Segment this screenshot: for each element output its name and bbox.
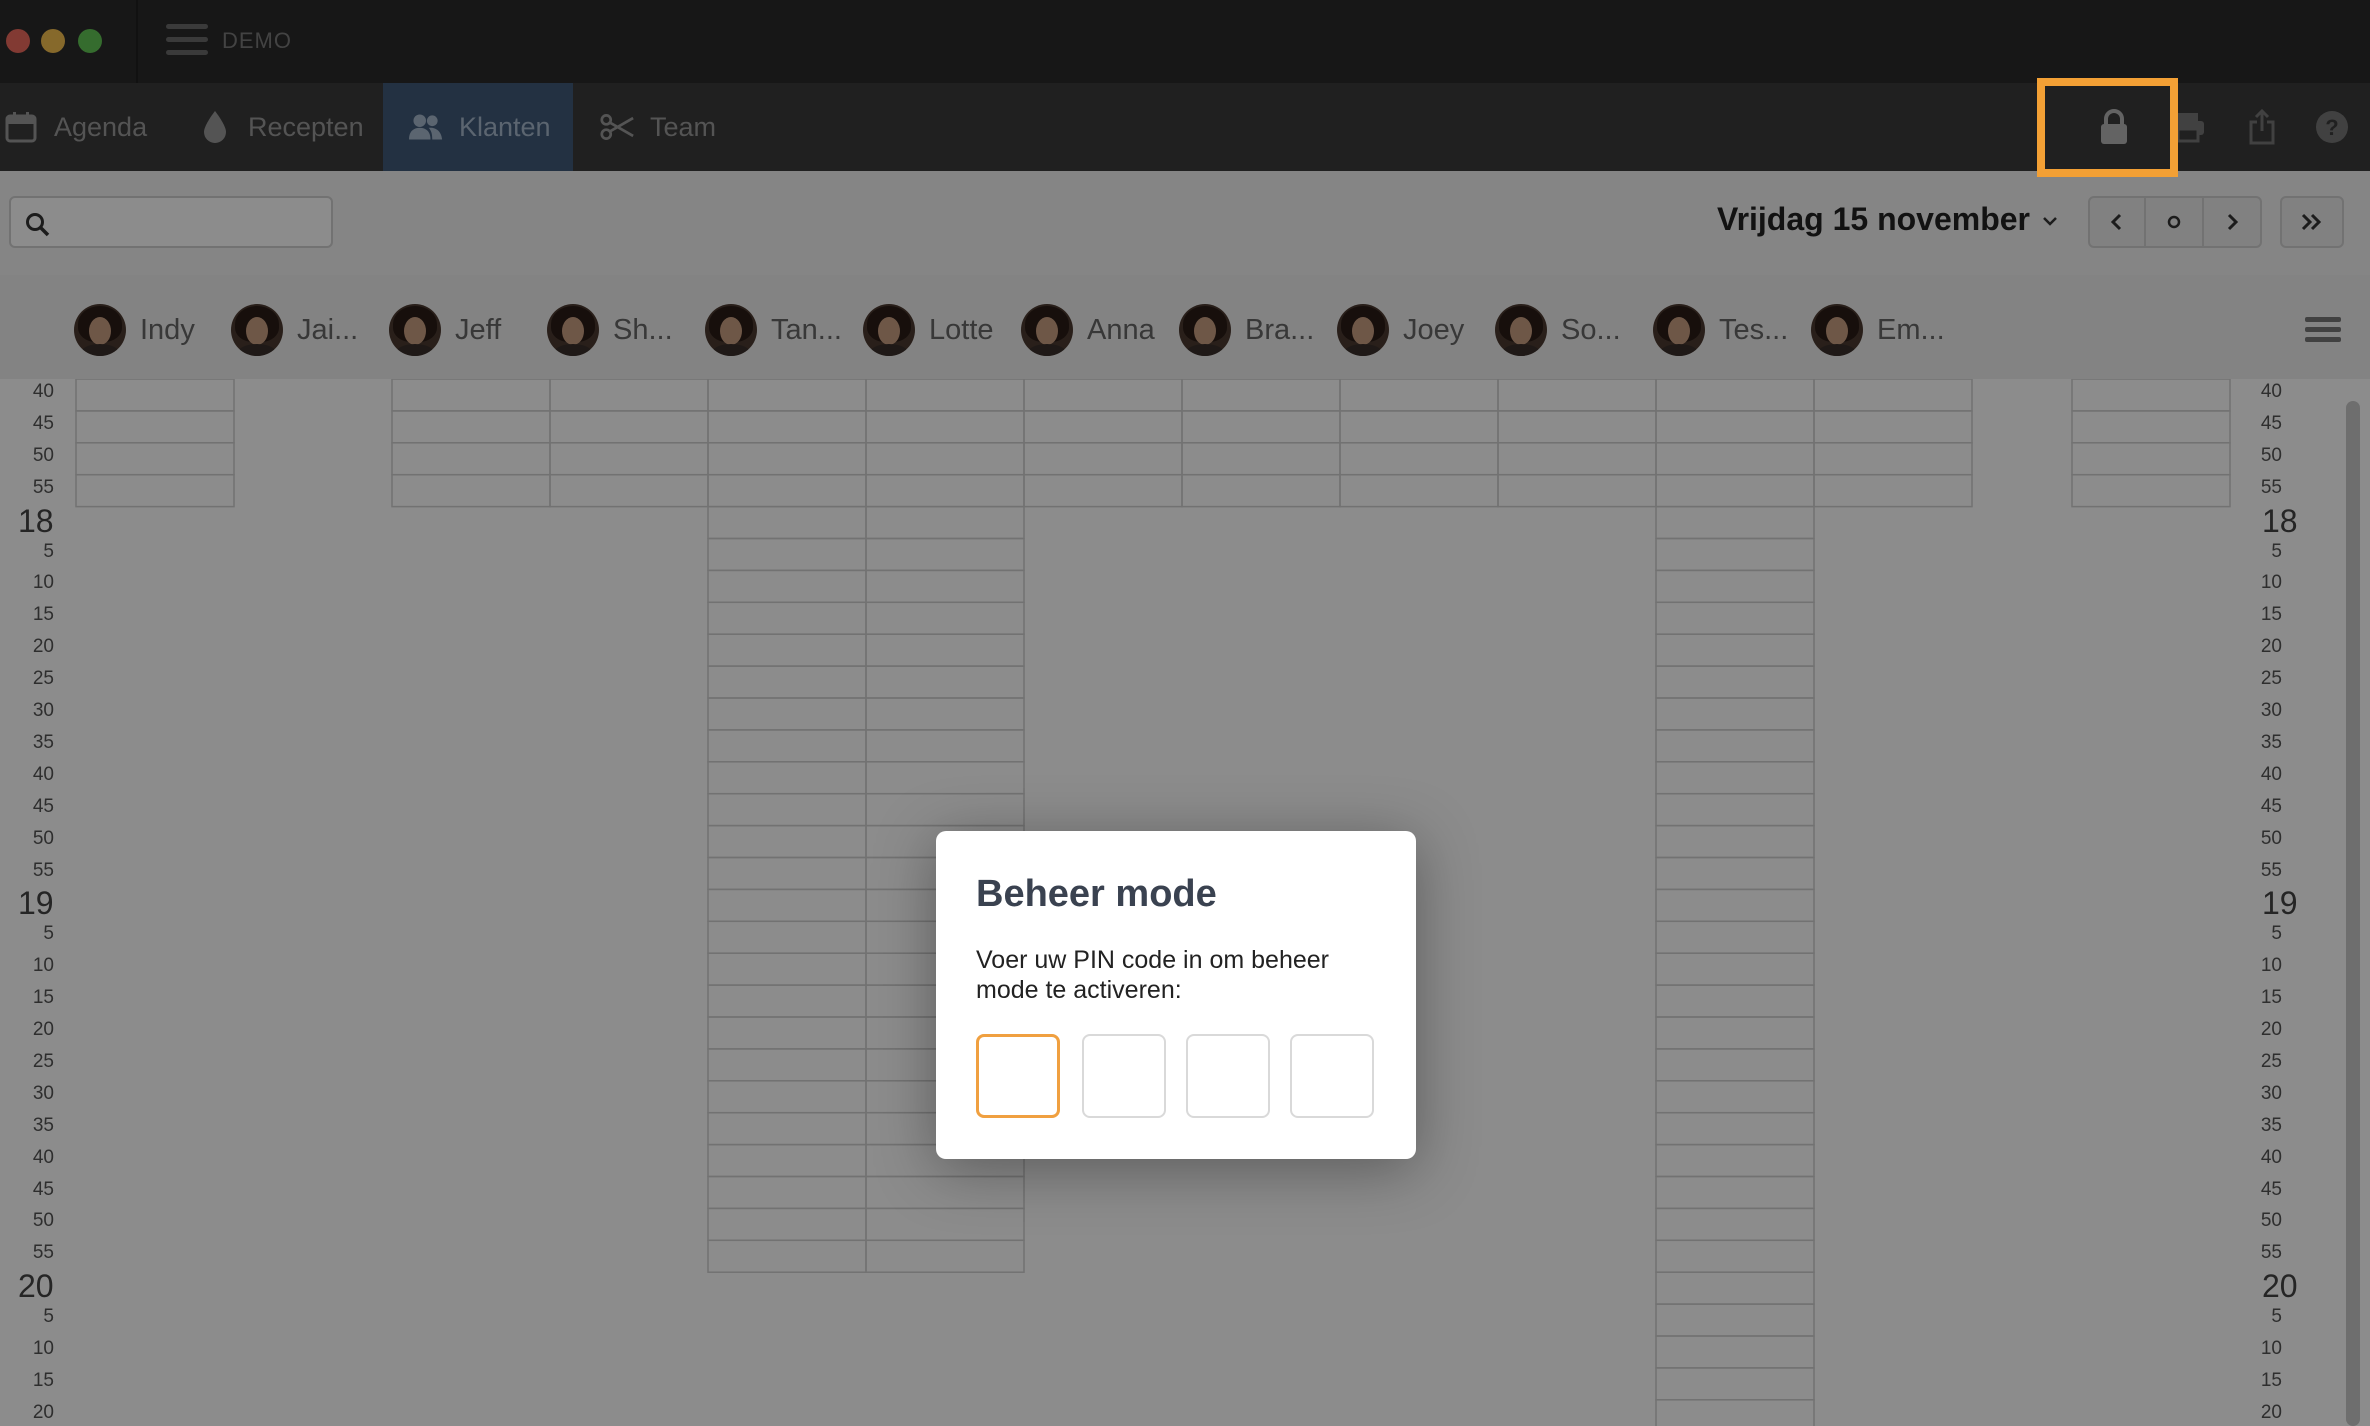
pin-dialog: Beheer mode Voer uw PIN code in om behee…: [936, 831, 1416, 1159]
pin-digit-1[interactable]: [976, 1034, 1060, 1118]
modal-backdrop[interactable]: [0, 0, 2370, 1426]
pin-digit-4[interactable]: [1290, 1034, 1374, 1118]
app-window: DEMO Agenda Recepten Klanten Team ? Vrij…: [0, 0, 2370, 1426]
pin-digit-2[interactable]: [1082, 1034, 1166, 1118]
dialog-title: Beheer mode: [976, 873, 1217, 915]
pin-digit-3[interactable]: [1186, 1034, 1270, 1118]
dialog-message: Voer uw PIN code in om beheer mode te ac…: [976, 946, 1329, 1004]
